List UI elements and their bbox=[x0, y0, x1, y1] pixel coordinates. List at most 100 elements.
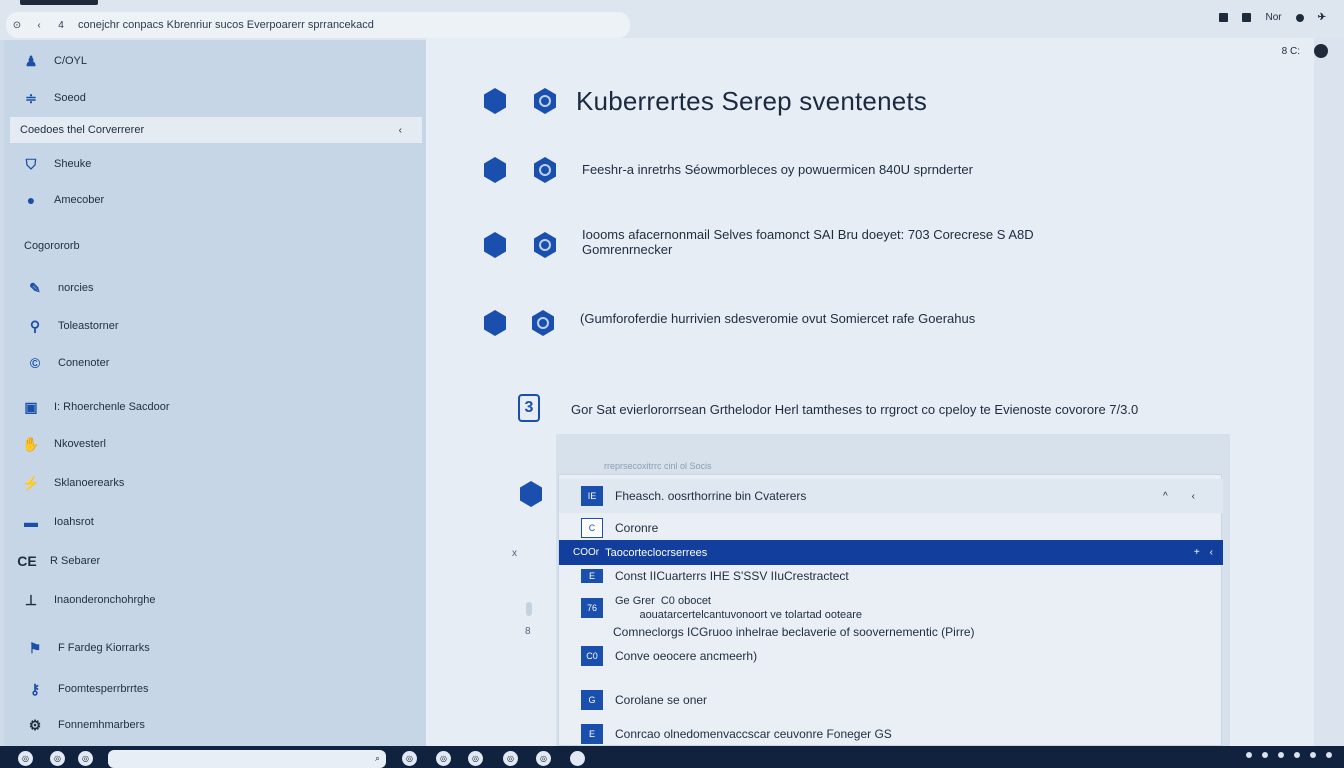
sidebar-item-norcies[interactable]: ✎ norcies bbox=[8, 274, 428, 302]
list-item-label: Coronre bbox=[615, 521, 659, 535]
list-item[interactable]: E Const IICuarterrs IHE S'SSV IIuCrestra… bbox=[559, 567, 1223, 585]
item-icon: 76 bbox=[581, 598, 603, 618]
list-item-selected[interactable]: COOr Taocorteclocrserrees + ‹ bbox=[559, 540, 1223, 565]
sidebar-item-label: Amecober bbox=[54, 194, 105, 206]
app-icon[interactable]: ◎ bbox=[78, 751, 93, 766]
runner-icon: ⚲ bbox=[29, 317, 41, 334]
feature-row-4: Gor Sat evierlororrsean Grthelodor Herl … bbox=[571, 402, 1139, 417]
sidebar-item-conenoter[interactable]: © Conenoter bbox=[8, 349, 428, 377]
sidebar-item-toleastorner[interactable]: ⚲ Toleastorner bbox=[8, 312, 428, 340]
sidebar-item-sebarer[interactable]: CE R Sebarer bbox=[0, 547, 420, 575]
tray-icon[interactable] bbox=[1246, 752, 1252, 758]
terminal-icon: ⊥ bbox=[24, 591, 38, 608]
row-actions: + ‹ bbox=[1194, 547, 1213, 558]
sidebar-item-nkovesterl[interactable]: ✋ Nkovesterl bbox=[4, 430, 424, 458]
chevron-left-icon[interactable]: ‹ bbox=[399, 125, 402, 136]
tray-icon[interactable] bbox=[1310, 752, 1316, 758]
list-header[interactable]: IE Fheasch. oosrthorrine bin Cvaterers ^… bbox=[559, 479, 1223, 513]
bookmark-icon[interactable] bbox=[1219, 13, 1229, 22]
scroll-handle[interactable] bbox=[526, 602, 532, 616]
start-icon[interactable]: ◎ bbox=[18, 751, 33, 766]
tray-icon[interactable] bbox=[1278, 752, 1284, 758]
gear-icon: ⚙ bbox=[28, 716, 42, 733]
sidebar-section-heading: Cogorororb bbox=[24, 240, 80, 252]
header-actions: ^ ‹ bbox=[1163, 491, 1195, 502]
extension-icon[interactable] bbox=[1242, 13, 1252, 22]
list-item[interactable]: 76 Ge Grer C0 obocet aouatarcertelcantuv… bbox=[559, 593, 1223, 623]
feature-row-1: Feeshr-a inretrhs Séowmorbleces oy powue… bbox=[582, 162, 973, 177]
feature-row-2: Ioooms afacernonmail Selves foamonct SAI… bbox=[582, 227, 1034, 257]
sidebar-item-fardeg[interactable]: ⚑ F Fardeg Kiorrarks bbox=[8, 634, 428, 662]
address-bar[interactable]: ⊙ ‹ 4 conejchr conpacs Kbrenriur sucos E… bbox=[6, 12, 630, 38]
refresh-icon[interactable]: ⊙ bbox=[6, 20, 28, 31]
app-icon[interactable]: ◎ bbox=[536, 751, 551, 766]
add-icon[interactable]: + bbox=[1194, 547, 1200, 558]
person-icon: ♟ bbox=[24, 52, 38, 69]
taskbar-search[interactable]: ⌕ bbox=[108, 750, 386, 768]
sort-up-icon[interactable]: ^ bbox=[1163, 491, 1168, 502]
sidebar-item-label: R Sebarer bbox=[50, 555, 101, 567]
sidebar-item-label: Fonnemhmarbers bbox=[58, 719, 145, 731]
app-icon[interactable]: ◎ bbox=[50, 751, 65, 766]
sidebar-item-sheuke[interactable]: ⛉ Sheuke bbox=[4, 150, 424, 178]
taskbar: ◎ ◎ ◎ ⌕ ◎ ◎ ◎ ◎ ◎ bbox=[0, 746, 1344, 768]
sidebar-item-foomtesper[interactable]: ⚷ Foomtesperrbrrtes bbox=[8, 675, 428, 703]
collapse-icon[interactable]: ‹ bbox=[1192, 491, 1195, 502]
box-icon: ▣ bbox=[24, 398, 38, 415]
tab-count[interactable]: 4 bbox=[50, 20, 72, 31]
sidebar-item-fonnem[interactable]: ⚙ Fonnemhmarbers bbox=[8, 711, 428, 739]
sidebar-item-label: Inaonderonchohrghe bbox=[54, 594, 156, 606]
sidebar-item-label: Sklanoerearks bbox=[54, 477, 125, 489]
tray-icon[interactable] bbox=[1326, 752, 1332, 758]
tray-icon[interactable] bbox=[1294, 752, 1300, 758]
key-icon: ⚷ bbox=[29, 680, 41, 697]
list-item-label: Const IICuarterrs IHE S'SSV IIuCrestract… bbox=[615, 569, 849, 583]
rail-label[interactable]: 8 C: bbox=[1282, 46, 1300, 57]
sidebar-item-label: Sheuke bbox=[54, 158, 92, 170]
app-icon[interactable]: ◎ bbox=[402, 751, 417, 766]
sidebar-item-label: Foomtesperrbrrtes bbox=[58, 683, 149, 695]
sidebar-item-ioahsrot[interactable]: ▬ Ioahsrot bbox=[4, 508, 424, 536]
sidebar-item-selected[interactable]: Coedoes thel Corverrerer ‹ bbox=[10, 117, 422, 143]
list-item[interactable]: G Corolane se oner bbox=[559, 689, 1223, 711]
pin-icon[interactable]: ✈ bbox=[1318, 12, 1326, 23]
sidebar-item-sklanoerearks[interactable]: ⚡ Sklanoerearks bbox=[4, 469, 424, 497]
list-item[interactable]: Comneclorgs ICGruoo inhelrae beclaverie … bbox=[559, 623, 1223, 641]
rail-tools: 8 C: bbox=[1282, 44, 1328, 58]
app-icon[interactable]: ◎ bbox=[468, 751, 483, 766]
list-item[interactable]: C0 Conve oeocere ancmeerh) bbox=[559, 645, 1223, 667]
sliders-icon: ≑ bbox=[25, 89, 37, 106]
item-icon: COOr bbox=[573, 547, 600, 558]
brand-logo bbox=[20, 0, 98, 5]
tray-icon[interactable] bbox=[1262, 752, 1268, 758]
shield-icon: ⛉ bbox=[25, 155, 37, 172]
list-item[interactable]: C Coronre bbox=[559, 517, 1223, 539]
sidebar-item-amecober[interactable]: ● Amecober bbox=[4, 186, 424, 214]
plug-icon: ⚡ bbox=[22, 474, 40, 491]
url-text[interactable]: conejchr conpacs Kbrenriur sucos Everpoa… bbox=[78, 19, 374, 31]
back-icon[interactable]: ‹ bbox=[28, 20, 50, 31]
item-icon: C bbox=[581, 518, 603, 538]
github-icon[interactable] bbox=[1314, 44, 1328, 58]
circle-c-icon: © bbox=[29, 355, 41, 371]
list-item[interactable]: E Conrcao olnedomenvaccscar ceuvonre Fon… bbox=[559, 723, 1223, 745]
sidebar-item-sacdoor[interactable]: ▣ I: Rhoerchenle Sacdoor bbox=[4, 393, 424, 421]
step-badge: 3 bbox=[518, 394, 540, 422]
resource-list: IE Fheasch. oosrthorrine bin Cvaterers ^… bbox=[558, 474, 1223, 746]
app-icon[interactable]: ◎ bbox=[503, 751, 518, 766]
system-tray bbox=[1246, 752, 1332, 758]
app-icon[interactable] bbox=[570, 751, 585, 766]
sidebar-item-label: F Fardeg Kiorrarks bbox=[58, 642, 150, 654]
profile-label[interactable]: Nor bbox=[1265, 12, 1281, 23]
account-icon[interactable] bbox=[1295, 13, 1304, 22]
item-icon: C0 bbox=[581, 646, 603, 666]
wrench-icon: ✎ bbox=[29, 279, 41, 296]
chevron-left-icon[interactable]: ‹ bbox=[1210, 547, 1213, 558]
app-icon[interactable]: ◎ bbox=[436, 751, 451, 766]
sidebar-item-label: Ioahsrot bbox=[54, 516, 94, 528]
sidebar-item-soeod[interactable]: ≑ Soeod bbox=[4, 84, 424, 112]
header-icon: IE bbox=[581, 486, 603, 506]
sidebar-item-label: Coedoes thel Corverrerer bbox=[20, 124, 145, 136]
sidebar-item-coyl[interactable]: ♟ C/OYL bbox=[4, 47, 424, 75]
sidebar-item-inaonder[interactable]: ⊥ Inaonderonchohrghe bbox=[4, 586, 424, 614]
